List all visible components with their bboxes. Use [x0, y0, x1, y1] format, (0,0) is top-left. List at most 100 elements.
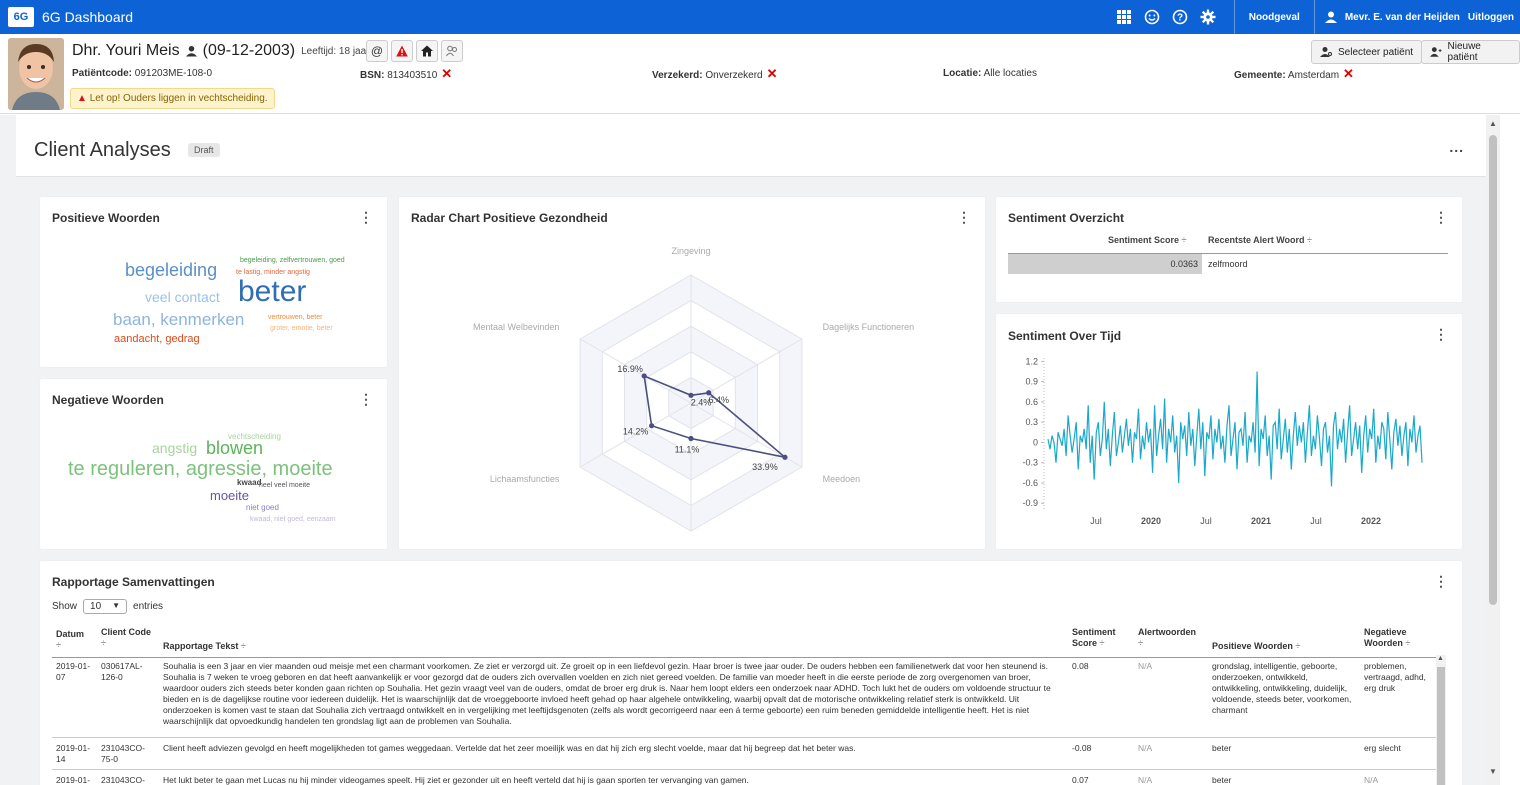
radar-point — [649, 423, 655, 429]
person-icon — [185, 45, 197, 57]
y-tick-label: -0.3 — [1022, 458, 1038, 468]
word-cloud-word: begeleiding, zelfvertrouwen, goed — [240, 257, 345, 264]
card-title: Rapportage Samenvattingen — [52, 575, 215, 589]
column-header-word[interactable]: Recentste Alert Woord ÷ — [1208, 235, 1312, 245]
column-header-score[interactable]: Sentiment Score ÷ — [1108, 235, 1187, 245]
scroll-up-icon[interactable]: ▲ — [1437, 655, 1444, 662]
user-menu[interactable]: Mevr. E. van der Heijden — [1315, 0, 1468, 34]
column-header-positive[interactable]: Positieve Woorden ÷ — [1212, 641, 1300, 652]
kebab-menu-icon[interactable]: ⋮ — [359, 209, 373, 226]
users-icon[interactable] — [441, 40, 463, 62]
page-scrollbar-thumb[interactable] — [1489, 135, 1497, 605]
table-scrollbar-thumb[interactable] — [1437, 667, 1445, 785]
sentiment-line-chart: 1.2 0.9 0.6 0.3 0 -0.3 -0.6 -0.9 Jul 2020 Jul 2021 J… — [1022, 356, 1423, 526]
word-cloud-word: baan, kenmerken — [113, 310, 245, 329]
alert-word: zelfmoord — [1208, 259, 1248, 269]
row-date: 2019-01- — [56, 775, 91, 785]
new-patient-button[interactable]: Nieuwe patiënt — [1421, 40, 1520, 64]
row-date: 2019-01-07 — [56, 661, 91, 682]
word-cloud-word: kwaad — [237, 478, 262, 487]
row-positive: grondslag, intelligentie, geboorte, onde… — [1212, 661, 1352, 715]
warning-icon: ▲ — [77, 93, 87, 104]
sentiment-over-time-card: Sentiment Over Tijd ⋮ 1.2 0.9 0.6 0.3 0 -0.3-… — [996, 314, 1462, 549]
patient-dob: (09-12-2003) — [202, 42, 296, 59]
word-cloud-word: kwaad, niet goed, eenzaam — [250, 516, 336, 523]
card-title: Positieve Woorden — [52, 211, 160, 225]
row-score: -0.08 — [1072, 743, 1092, 753]
column-header-date[interactable]: Datum ÷ — [56, 629, 84, 651]
sentiment-series-line — [1047, 371, 1423, 487]
home-icon[interactable] — [416, 40, 438, 62]
word-cloud-word: groter, emotie, beter — [270, 325, 333, 332]
radar-point — [641, 373, 647, 379]
svg-text:?: ? — [1177, 13, 1183, 24]
row-code: 231043CO-75-0 — [101, 743, 145, 764]
radar-category-label: Dagelijks Functioneren — [823, 322, 915, 332]
row-alert: N/A — [1138, 743, 1153, 753]
row-score: 0.07 — [1072, 775, 1089, 785]
brand-logo[interactable]: 6G — [8, 7, 34, 27]
y-tick-label: 0.3 — [1025, 417, 1038, 427]
radar-category-label: Lichaamsfuncties — [490, 474, 560, 484]
radar-category-label: Meedoen — [823, 474, 861, 484]
page-menu-button[interactable]: ... — [1449, 139, 1464, 155]
select-patient-button[interactable]: Selecteer patiënt — [1311, 40, 1423, 64]
word-cloud-word: begeleiding — [125, 260, 218, 280]
help-icon[interactable]: ? — [1166, 0, 1194, 34]
word-cloud-word: vertrouwen, beter — [268, 314, 323, 321]
top-navbar: 6G 6G Dashboard ? Noodgeval Mevr. E. van… — [0, 0, 1520, 34]
warning-banner: ▲ Let op! Ouders liggen in vechtscheidin… — [70, 88, 275, 109]
brand-title[interactable]: 6G Dashboard — [42, 9, 133, 25]
user-plus-icon — [1430, 47, 1442, 57]
card-title: Sentiment Overzicht — [1008, 211, 1125, 225]
word-cloud-word: beter — [238, 275, 307, 308]
radar-category-label: Mentaal Welbevinden — [473, 322, 559, 332]
x-tick-label: 2021 — [1251, 516, 1271, 526]
kebab-menu-icon[interactable]: ⋮ — [1434, 573, 1448, 590]
radar-data-label: 33.9% — [752, 462, 778, 472]
sort-icon: ÷ — [1181, 235, 1187, 245]
column-header-code[interactable]: Client Code ÷ — [101, 627, 151, 649]
page-title: Client Analyses — [34, 139, 171, 161]
row-negative: N/A — [1364, 775, 1379, 785]
kebab-menu-icon[interactable]: ⋮ — [1434, 209, 1448, 226]
report-card: Rapportage Samenvattingen ⋮ Show 10 ▼ en… — [40, 561, 1462, 785]
kebab-menu-icon[interactable]: ⋮ — [359, 391, 373, 408]
y-tick-label: -0.6 — [1022, 478, 1038, 488]
y-tick-label: 0.9 — [1025, 377, 1038, 387]
smile-icon[interactable] — [1138, 0, 1166, 34]
patient-actions: @ — [366, 40, 463, 62]
draft-badge: Draft — [188, 143, 220, 157]
column-header-alert[interactable]: Alertwoorden ÷ — [1138, 627, 1198, 649]
patient-location: Locatie: Alle locaties — [943, 68, 1037, 79]
radar-chart: ZingevingDagelijks FunctionerenMeedoenKw… — [473, 246, 915, 532]
row-text: Het lukt beter te gaan met Lucas nu hij … — [163, 775, 749, 785]
row-divider — [52, 737, 1436, 738]
scroll-up-icon[interactable]: ▲ — [1489, 119, 1497, 128]
grid-icon[interactable] — [1110, 0, 1138, 34]
column-header-text[interactable]: Rapportage Tekst ÷ — [163, 641, 246, 652]
emergency-link[interactable]: Noodgeval — [1235, 0, 1314, 34]
logout-link[interactable]: Uitloggen — [1468, 12, 1520, 23]
insured-x-icon: ✕ — [766, 66, 778, 81]
y-tick-label: 0 — [1033, 437, 1038, 447]
word-cloud-word: te reguleren, agressie, moeite — [68, 458, 333, 480]
main-content: Client Analyses Draft ... Positieve Woor… — [0, 115, 1486, 785]
user-search-icon — [1320, 47, 1332, 57]
column-header-score[interactable]: Sentiment Score ÷ — [1072, 627, 1127, 649]
table-scrollbar[interactable]: ▲ — [1436, 655, 1446, 785]
scroll-down-icon[interactable]: ▼ — [1489, 767, 1497, 776]
page-scrollbar[interactable]: ▲ ▼ — [1486, 115, 1500, 785]
bsn-x-icon: ✕ — [441, 66, 453, 81]
municipality-x-icon: ✕ — [1343, 66, 1354, 81]
email-icon[interactable]: @ — [366, 40, 388, 62]
alert-icon[interactable] — [391, 40, 413, 62]
header-divider — [52, 657, 1436, 658]
row-positive: beter — [1212, 775, 1232, 785]
gear-icon[interactable] — [1194, 0, 1222, 34]
column-header-negative[interactable]: Negatieve Woorden ÷ — [1364, 627, 1424, 649]
sentiment-score: 0.0363 — [1170, 259, 1198, 269]
page-length-select[interactable]: 10 ▼ — [83, 599, 128, 614]
user-name: Mevr. E. van der Heijden — [1344, 11, 1460, 23]
sentiment-summary-card: Sentiment Overzicht ⋮ Sentiment Score ÷ … — [996, 197, 1462, 302]
